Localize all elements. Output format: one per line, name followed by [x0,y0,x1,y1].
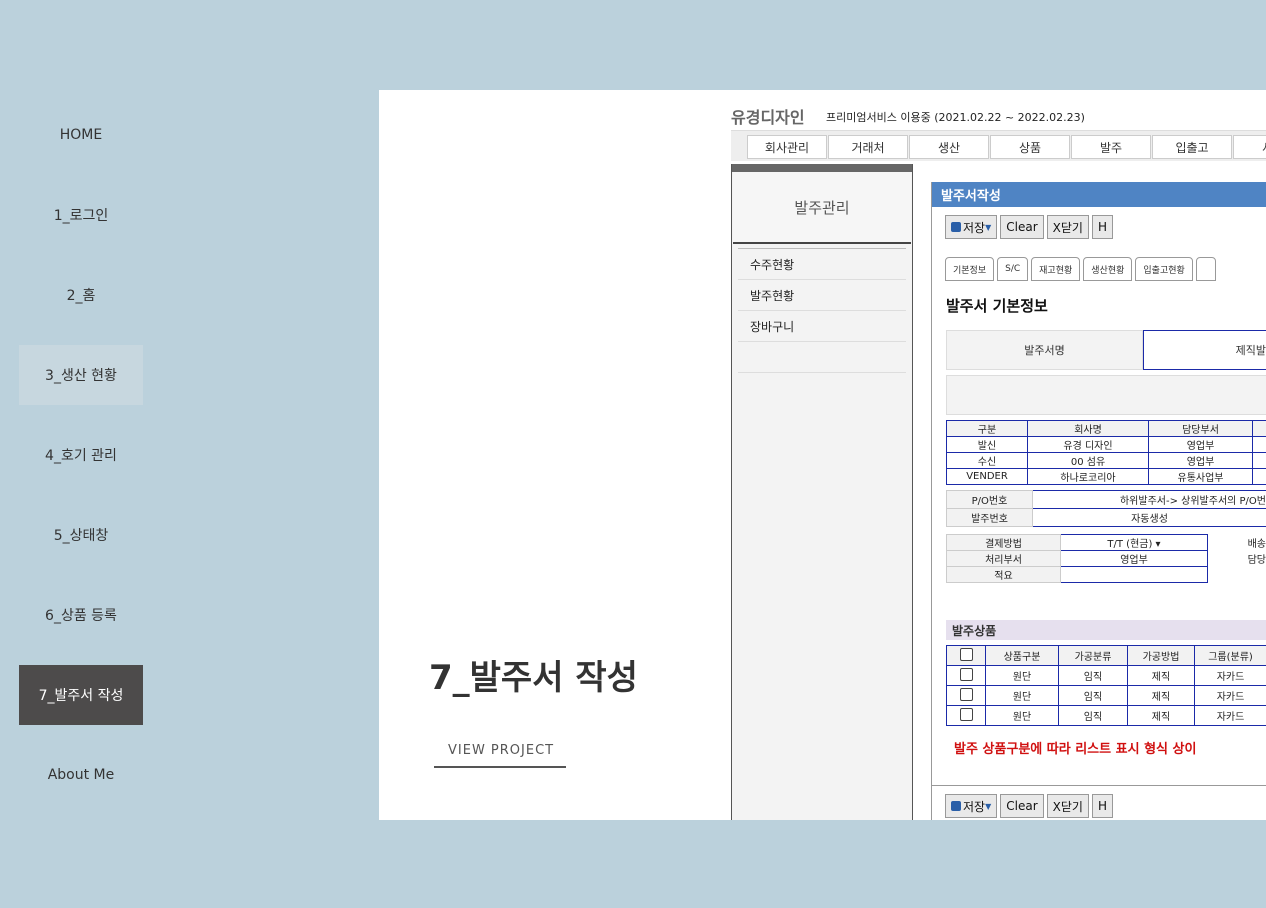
nav-home-screen[interactable]: 2_홈 [19,265,143,325]
shot-note: 발주 상품구분에 따라 리스트 표시 형식 상이 [954,742,1197,757]
nav-purchase-order[interactable]: 7_발주서 작성 [19,665,143,725]
view-project-button[interactable]: VIEW PROJECT [434,743,566,768]
shot-menubar: 회사관리 거래처 생산 상품 발주 입출고 서류 [731,130,1266,161]
project-screenshot: 유경디자인 프리미엄서비스 이용중 (2021.02.22 ~ 2022.02.… [731,90,1266,820]
shot-save-button: 저장 ▼ [945,794,998,818]
nav-product-registration[interactable]: 6_상품 등록 [19,585,143,645]
shot-brand: 유경디자인 [731,108,805,127]
shot-tabs: 기본정보 S/C 재고현황 생산현황 입출고현황 [945,257,1216,281]
shot-save-button: 저장 ▼ [945,215,998,239]
shot-menu-clients: 거래처 [828,135,908,159]
shot-menu-orders: 발주 [1071,135,1151,159]
shot-sidebar-item: 수주현황 [738,249,906,280]
shot-tab: 재고현황 [1031,257,1081,281]
table-header: 가공분류 [1058,645,1128,666]
table-row: VENDER 하나로코리아 유통사업부 [946,468,1266,485]
shot-sidebar: 발주관리 수주현황 발주현황 장바구니 [731,164,913,820]
shot-sidebar-item: 장바구니 [738,311,906,342]
row-checkbox [959,707,973,721]
shot-blank-row [946,375,1266,415]
nav-about-me[interactable]: About Me [19,745,143,805]
shot-menu-products: 상품 [990,135,1070,159]
shot-menu-documents: 서류 [1233,135,1266,159]
shot-payment-table: 결제방법 T/T (현금) ▾ 배송 처리부서 영업부 담당 적요 [946,534,1266,583]
nav-status-window[interactable]: 5_상태창 [19,505,143,565]
caret-down-icon: ▼ [985,222,992,232]
table-header [1252,420,1266,437]
save-icon [951,801,961,811]
project-card: 7_발주서 작성 VIEW PROJECT 유경디자인 프리미엄서비스 이용중 … [379,90,1266,820]
shot-po-table: P/O번호 하위발주서-> 상위발주서의 P/O번 발주번호 자동생성 [946,490,1266,527]
shot-toolbar-bottom: 저장 ▼ Clear X닫기 H [945,794,1113,818]
shot-sidebar-item-empty [738,342,906,373]
shot-products-title: 발주상품 [946,620,1266,640]
shot-main-window: 발주서작성 저장 ▼ Clear X닫기 H 기본정보 S/C 재고현황 생산현황… [931,182,1266,820]
table-header: 그룹(분류) [1194,645,1266,666]
shot-tab [1195,257,1216,281]
shot-order-name-label: 발주서명 [946,330,1143,370]
project-title: 7_발주서 작성 [429,658,638,698]
shot-close-button: X닫기 [1046,215,1089,239]
table-header: 가공방법 [1127,645,1195,666]
shot-products-table: 상품구분 가공분류 가공방법 그룹(분류) 원단 임직 제직 자카드 원단 임직 제직 자카… [946,645,1266,726]
site-nav: HOME 1_로그인 2_홈 3_생산 현황 4_호기 관리 5_상태창 6_상… [19,105,143,825]
row-checkbox [959,687,973,701]
shot-parties-table: 구분 회사명 담당부서 발신 유경 디자인 영업부 수신 00 섬유 영업부 VENDE… [946,420,1266,485]
shot-tab: S/C [997,257,1029,281]
table-header: 상품구분 [985,645,1059,666]
nav-home[interactable]: HOME [19,105,143,165]
shot-menu-inout: 입출고 [1152,135,1232,159]
table-row: 발신 유경 디자인 영업부 [946,436,1266,453]
shot-subscription: 프리미엄서비스 이용중 (2021.02.22 ~ 2022.02.23) [826,111,1085,124]
shot-section-title: 발주서 기본정보 [946,297,1048,315]
row-checkbox [959,667,973,681]
table-header: 담당부서 [1148,420,1253,437]
shot-menu-production: 생산 [909,135,989,159]
shot-tab: 입출고현황 [1135,257,1193,281]
nav-machine-management[interactable]: 4_호기 관리 [19,425,143,485]
shot-order-name-value: 제직발 [1143,330,1266,370]
caret-down-icon: ▼ [985,801,992,811]
shot-tab: 기본정보 [945,257,995,281]
nav-login[interactable]: 1_로그인 [19,185,143,245]
shot-clear-button: Clear [1000,215,1044,239]
table-row: 원단 임직 제직 자카드 [946,705,1266,726]
table-header: 회사명 [1027,420,1149,437]
shot-toolbar-top: 저장 ▼ Clear X닫기 H [945,215,1113,239]
shot-sidebar-item: 발주현황 [738,280,906,311]
shot-window-title: 발주서작성 [932,182,1266,207]
shot-h-button: H [1091,215,1113,239]
table-row: 원단 임직 제직 자카드 [946,665,1266,686]
save-icon [951,222,961,232]
shot-tab: 생산현황 [1083,257,1133,281]
nav-production-status[interactable]: 3_생산 현황 [19,345,143,405]
table-header: 구분 [946,420,1028,437]
select-all-checkbox [959,647,973,661]
shot-menu-company: 회사관리 [747,135,827,159]
table-row: 원단 임직 제직 자카드 [946,685,1266,706]
shot-clear-button: Clear [1000,794,1044,818]
shot-h-button: H [1091,794,1113,818]
shot-close-button: X닫기 [1046,794,1089,818]
shot-sidebar-title: 발주관리 [733,172,911,244]
table-row: 수신 00 섬유 영업부 [946,452,1266,469]
